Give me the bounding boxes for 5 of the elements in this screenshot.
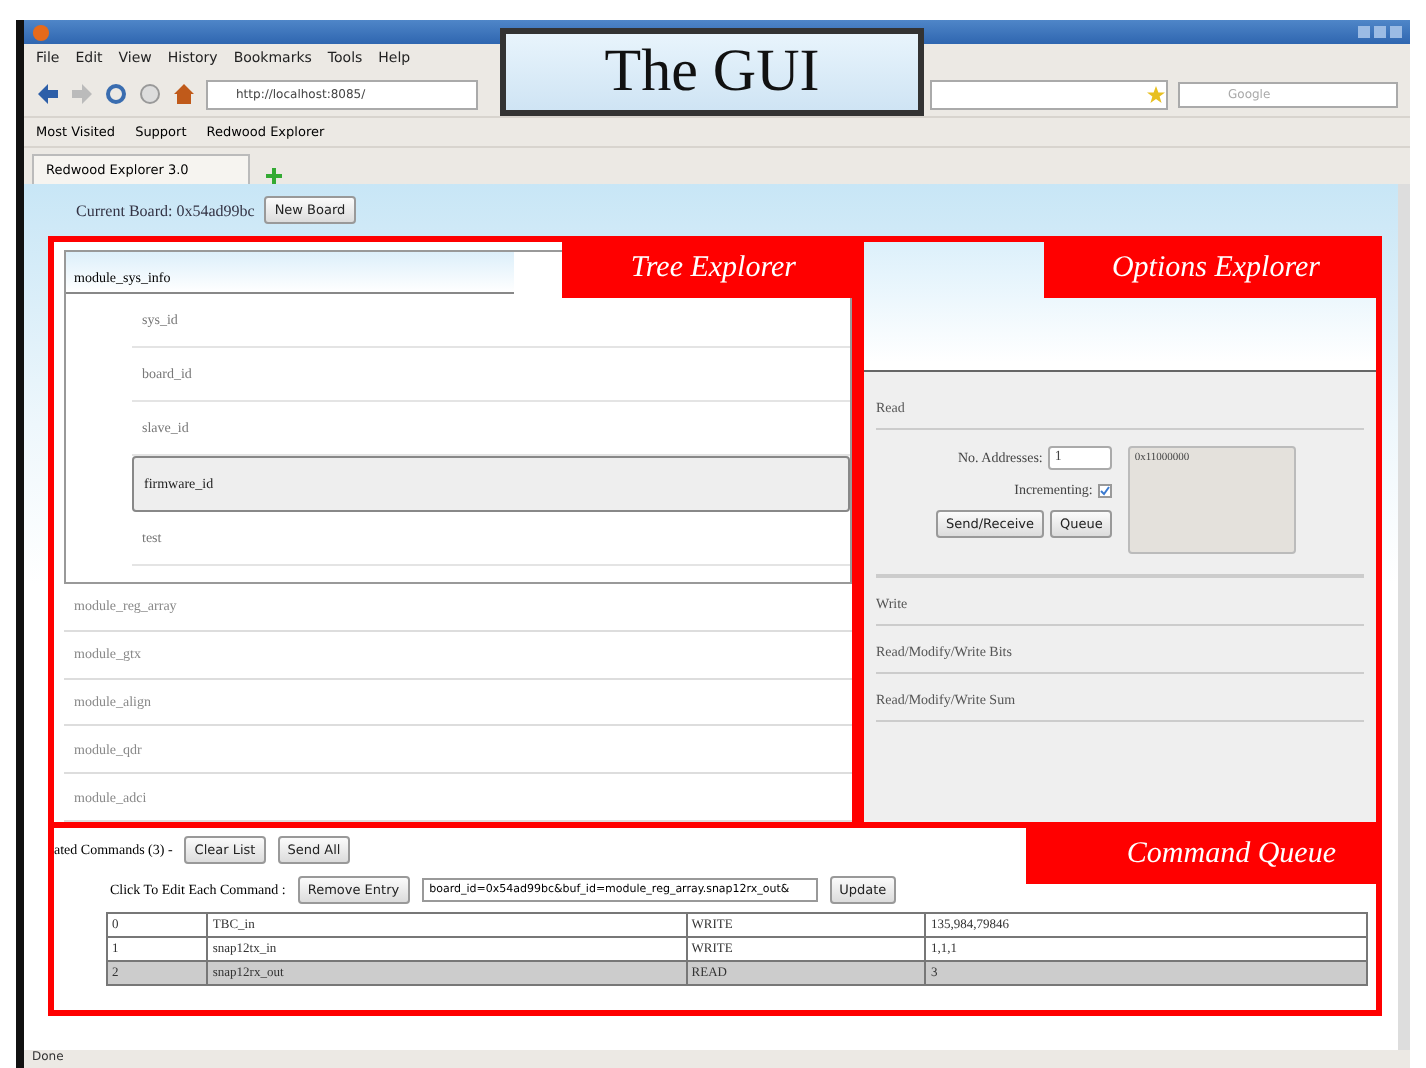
annotation-label: Command Queue	[1026, 828, 1376, 884]
current-board-label: Current Board: 0x54ad99bc	[76, 201, 255, 219]
annotation-label: Tree Explorer	[562, 242, 852, 298]
overlay-title: The GUI	[500, 28, 924, 116]
annotation-label: Options Explorer	[1043, 242, 1376, 298]
